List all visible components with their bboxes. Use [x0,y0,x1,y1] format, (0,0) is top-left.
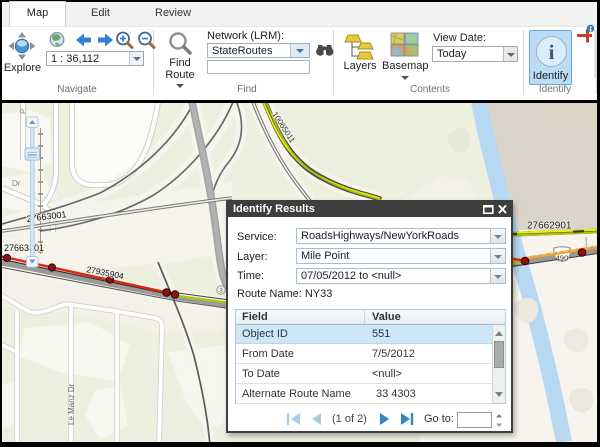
svg-text:490: 490 [556,254,569,263]
svg-text:Dr: Dr [12,179,21,188]
svg-text:27662901: 27662901 [527,221,572,232]
svg-text:P: P [19,109,28,114]
svg-text:27663101: 27663101 [4,243,44,253]
svg-text:i: i [549,40,555,64]
svg-text:Le Manz Dr: Le Manz Dr [67,383,76,425]
